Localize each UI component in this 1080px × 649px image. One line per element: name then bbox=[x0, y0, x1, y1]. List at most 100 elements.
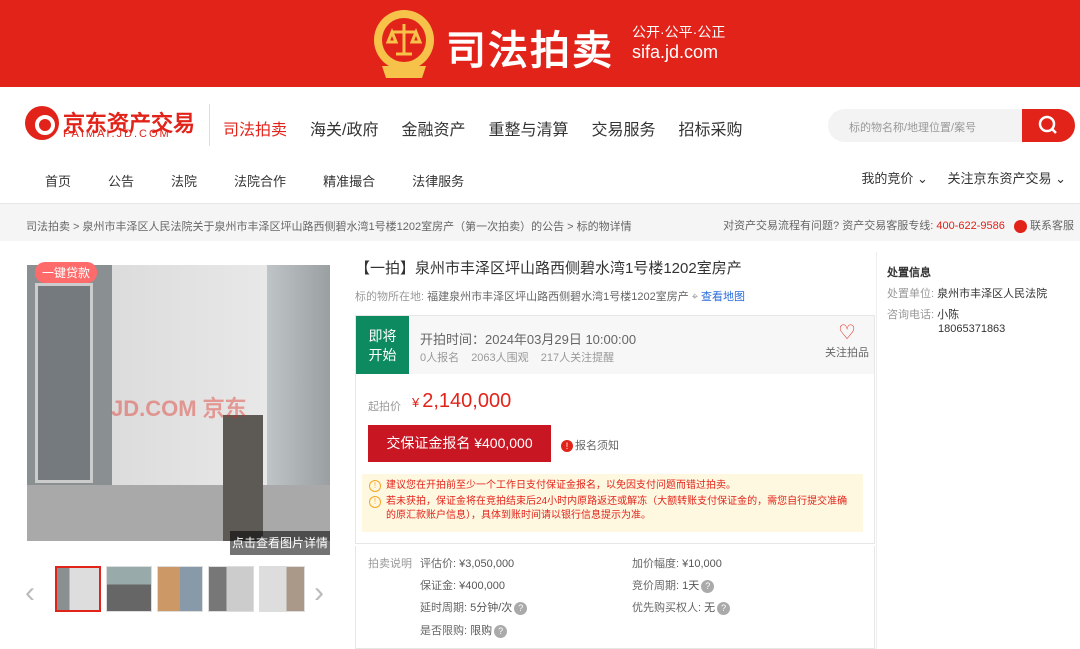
heart-plus-icon: ♡ bbox=[838, 322, 856, 344]
top-banner: 司法拍卖 公开·公平·公正 sifa.jd.com bbox=[0, 0, 1080, 87]
disposal-unit: 处置单位: 泉州市丰泽区人民法院 bbox=[887, 285, 1047, 301]
increment-value: ¥10,000 bbox=[682, 558, 722, 570]
nav-divider bbox=[209, 104, 210, 146]
follow-item-button[interactable]: ♡ 关注拍品 bbox=[822, 322, 872, 360]
disposal-info-title: 处置信息 bbox=[887, 267, 931, 279]
deposit-key: 保证金: bbox=[420, 580, 457, 592]
rules-label: 拍卖说明 bbox=[368, 558, 412, 570]
deposit-value: ¥400,000 bbox=[459, 580, 506, 592]
starting-price-label: 起拍价 bbox=[368, 401, 401, 413]
unit-value: 泉州市丰泽区人民法院 bbox=[937, 288, 1048, 300]
status-line-2: 开始 bbox=[368, 347, 397, 363]
my-bids-menu[interactable]: 我的竞价 ⌄ bbox=[861, 171, 928, 186]
contact-service-link[interactable]: 联系客服 bbox=[1030, 220, 1074, 232]
jd-asset-logo[interactable]: 京东资产交易 PAIMAI.JD.COM bbox=[25, 106, 200, 140]
nav-financial-assets[interactable]: 金融资产 bbox=[401, 116, 465, 140]
banner-title: 司法拍卖 bbox=[446, 28, 614, 74]
auction-counts: 0人报名 2063人围观 217人关注提醒 bbox=[420, 349, 623, 365]
help-phone: 400-622-9586 bbox=[936, 220, 1005, 232]
subnav-announcements[interactable]: 公告 bbox=[108, 171, 134, 190]
chevron-right-icon[interactable]: › bbox=[314, 576, 324, 610]
rule-bid-cycle: 竞价周期: 1天? bbox=[632, 577, 715, 593]
delay-value: 5分钟/次 bbox=[470, 602, 513, 614]
thumbnail[interactable] bbox=[208, 566, 254, 612]
user-nav: 我的竞价 ⌄ 关注京东资产交易 ⌄ bbox=[845, 168, 1066, 187]
location-value: 福建泉州市丰泽区坪山路西侧碧水湾1号楼1202室房产 bbox=[427, 291, 689, 303]
jd-logo-icon bbox=[25, 106, 59, 140]
main-photo[interactable]: JD.COM 京东 bbox=[27, 265, 330, 541]
nav-tender-procurement[interactable]: 招标采购 bbox=[679, 116, 743, 140]
rule-deposit: 保证金: ¥400,000 bbox=[420, 577, 505, 593]
appraisal-key: 评估价: bbox=[420, 558, 457, 570]
main-nav: 司法拍卖 海关/政府 金融资产 重整与清算 交易服务 招标采购 bbox=[223, 116, 766, 140]
nav-restructuring[interactable]: 重整与清算 bbox=[488, 116, 568, 140]
subnav-home[interactable]: 首页 bbox=[45, 171, 71, 190]
cycle-key: 竞价周期: bbox=[632, 580, 680, 592]
logo-subtitle: PAIMAI.JD.COM bbox=[63, 128, 171, 140]
view-count: 2063人围观 bbox=[471, 352, 529, 364]
map-pin-icon: ⌖ bbox=[691, 291, 698, 303]
subnav-court-cooperation[interactable]: 法院合作 bbox=[234, 171, 286, 190]
nav-customs-government[interactable]: 海关/政府 bbox=[310, 116, 378, 140]
search-icon bbox=[1038, 115, 1057, 134]
subnav-legal-services[interactable]: 法律服务 bbox=[412, 171, 464, 190]
delay-key: 延时周期: bbox=[420, 602, 468, 614]
sub-nav: 首页 公告 法院 法院合作 精准撮合 法律服务 bbox=[45, 171, 501, 190]
signup-notice-link[interactable]: ! 报名须知 bbox=[561, 437, 619, 453]
chevron-left-icon[interactable]: ‹ bbox=[25, 576, 35, 610]
banner-domain: sifa.jd.com bbox=[632, 42, 719, 62]
price-value: 2,140,000 bbox=[422, 390, 512, 412]
status-badge: 即将 开始 bbox=[356, 316, 409, 374]
increment-key: 加价幅度: bbox=[632, 558, 680, 570]
unit-key: 处置单位: bbox=[887, 288, 935, 300]
help-icon[interactable]: ? bbox=[701, 579, 715, 593]
breadcrumb[interactable]: 司法拍卖 > 泉州市丰泽区人民法院关于泉州市丰泽区坪山路西侧碧水湾1号楼1202… bbox=[26, 218, 632, 234]
breadcrumb-bar: 司法拍卖 > 泉州市丰泽区人民法院关于泉州市丰泽区坪山路西侧碧水湾1号楼1202… bbox=[0, 203, 1080, 241]
status-line-1: 即将 bbox=[368, 328, 397, 344]
view-map-link[interactable]: 查看地图 bbox=[701, 291, 745, 303]
help-icon[interactable]: ? bbox=[514, 601, 528, 615]
currency-symbol: ¥ bbox=[412, 395, 420, 410]
pay-deposit-button[interactable]: 交保证金报名 ¥400,000 bbox=[368, 425, 551, 462]
thumbnail[interactable] bbox=[259, 566, 305, 612]
contact-name: 小陈 bbox=[937, 309, 960, 321]
customer-service-icon[interactable] bbox=[1013, 219, 1027, 233]
banner-slogan: 公开·公平·公正 bbox=[632, 24, 726, 40]
thumbnail[interactable] bbox=[157, 566, 203, 612]
phone-number: 18065371863 bbox=[938, 323, 1005, 335]
search-button[interactable] bbox=[1022, 109, 1075, 142]
loan-tag[interactable]: 一键贷款 bbox=[35, 262, 98, 283]
alert-icon: ! bbox=[561, 440, 573, 452]
search-input[interactable]: 标的物名称/地理位置/案号 bbox=[828, 109, 1022, 142]
photo-door bbox=[223, 415, 263, 541]
rule-appraisal: 评估价: ¥3,050,000 bbox=[420, 555, 514, 571]
follow-jd-menu[interactable]: 关注京东资产交易 ⌄ bbox=[947, 171, 1066, 186]
court-emblem-icon bbox=[374, 10, 434, 78]
phone-value: 18065371863 bbox=[938, 323, 1006, 335]
reminder-count: 217人关注提醒 bbox=[540, 352, 615, 364]
view-photo-details-link[interactable]: 点击查看图片详情 bbox=[230, 531, 330, 555]
nav-judicial-auction[interactable]: 司法拍卖 bbox=[223, 116, 287, 140]
start-time: 开拍时间：2024年03月29日 10:00:00 bbox=[420, 332, 637, 347]
photo-watermark: JD.COM 京东 bbox=[111, 396, 247, 421]
thumbnail-strip: ‹ › bbox=[25, 566, 333, 612]
rule-increment: 加价幅度: ¥10,000 bbox=[632, 555, 722, 571]
help-icon[interactable]: ? bbox=[717, 601, 731, 615]
photo-window bbox=[35, 283, 93, 483]
thumbnail[interactable] bbox=[55, 566, 101, 612]
item-location: 标的物所在地: 福建泉州市丰泽区坪山路西侧碧水湾1号楼1202室房产 ⌖ 查看地… bbox=[355, 288, 745, 304]
nav-trading-services[interactable]: 交易服务 bbox=[592, 116, 656, 140]
cycle-value: 1天 bbox=[682, 580, 700, 592]
help-icon[interactable]: ? bbox=[494, 624, 508, 638]
subnav-matching[interactable]: 精准撮合 bbox=[323, 171, 375, 190]
follow-label: 关注拍品 bbox=[825, 347, 869, 359]
help-line: 对资产交易流程有问题? 资产交易客服专线: 400-622-9586 联系客服 bbox=[723, 217, 1074, 233]
starting-price: ¥2,140,000 bbox=[412, 390, 511, 413]
signup-count: 0人报名 bbox=[420, 352, 460, 364]
rule-purchase-limit: 是否限购: 限购? bbox=[420, 622, 508, 638]
subnav-courts[interactable]: 法院 bbox=[171, 171, 197, 190]
help-text: 对资产交易流程有问题? 资产交易客服专线: bbox=[723, 220, 934, 232]
thumbnail[interactable] bbox=[106, 566, 152, 612]
priority-value: 无 bbox=[704, 602, 716, 614]
limit-key: 是否限购: bbox=[420, 625, 468, 637]
